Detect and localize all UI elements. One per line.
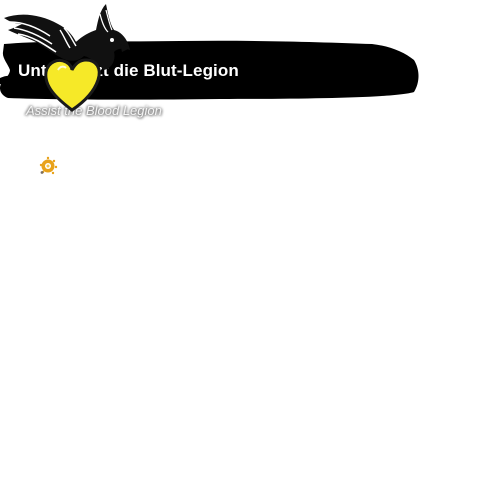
sun-medal-icon xyxy=(39,156,58,175)
eagle-icon xyxy=(4,4,130,70)
title-banner: Unterstützt die Blut-Legion Assist the B… xyxy=(0,0,500,130)
heart-icon xyxy=(44,58,101,112)
eagle-heart-emblem xyxy=(4,4,130,112)
page: Unterstützt die Blut-Legion Assist the B… xyxy=(0,0,500,500)
